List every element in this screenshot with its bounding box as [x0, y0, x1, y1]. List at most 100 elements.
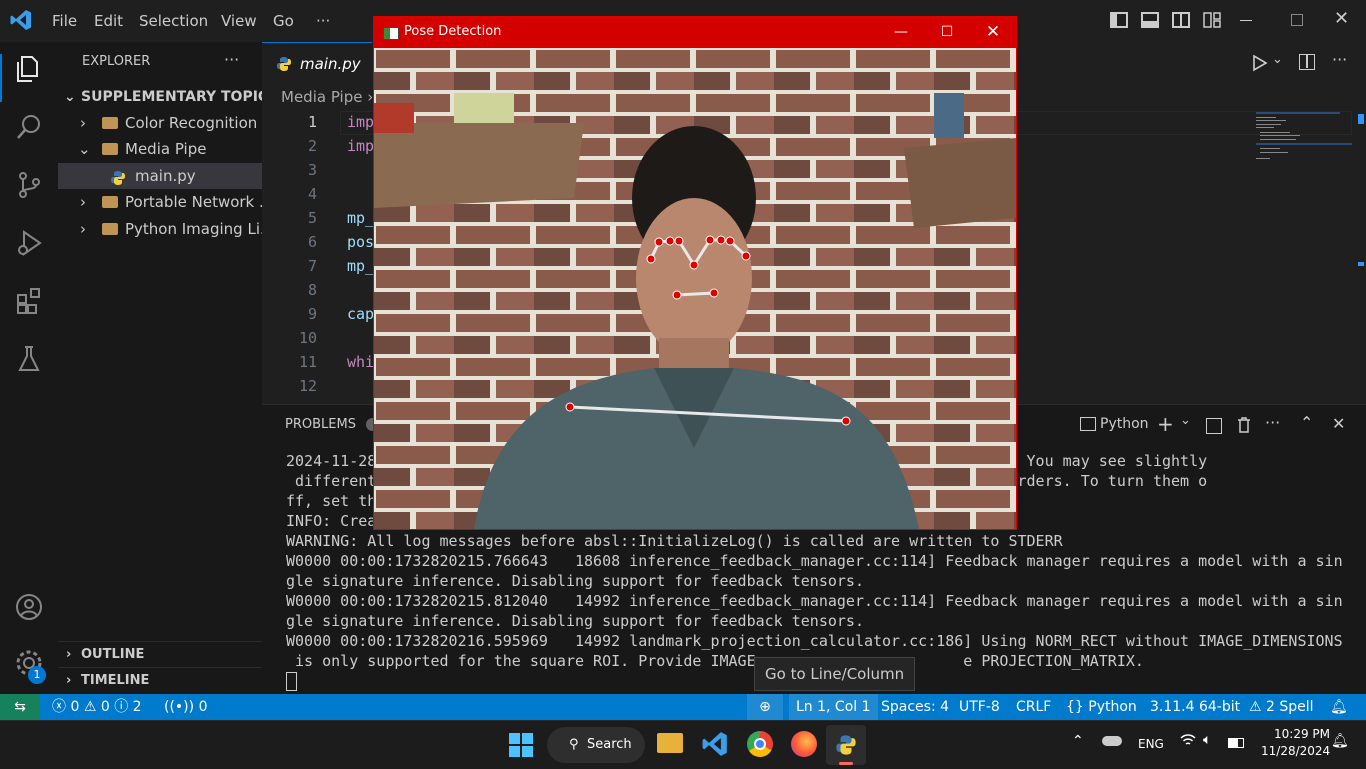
- new-terminal-icon[interactable]: +: [1157, 412, 1174, 436]
- chevron-right-icon: ›: [80, 220, 86, 238]
- split-editor-icon[interactable]: [1299, 54, 1315, 70]
- testing-icon[interactable]: [14, 344, 44, 374]
- trash-icon[interactable]: [1237, 417, 1251, 437]
- zoom-icon[interactable]: ⊕: [747, 694, 783, 720]
- menu-more[interactable]: ···: [316, 0, 330, 42]
- file-explorer-icon[interactable]: [657, 733, 683, 753]
- menu-file[interactable]: File: [52, 0, 77, 42]
- onedrive-icon[interactable]: [1102, 736, 1122, 746]
- code-line[interactable]: pos: [347, 233, 374, 251]
- code-line[interactable]: cap: [347, 305, 374, 323]
- menu-go[interactable]: Go: [273, 0, 294, 42]
- indentation[interactable]: Spaces: 4: [881, 694, 949, 720]
- problems-status[interactable]: ⓧ 0 ⚠ 0 ⓘ 2: [52, 694, 142, 720]
- code-line[interactable]: mp_: [347, 257, 374, 275]
- run-python-icon[interactable]: [1252, 54, 1268, 76]
- ports-status[interactable]: ((•)) 0: [164, 694, 207, 720]
- wifi-icon[interactable]: [1180, 733, 1196, 751]
- toggle-panel-icon[interactable]: [1141, 12, 1159, 28]
- menu-edit[interactable]: Edit: [94, 0, 123, 42]
- terminal-icon: [1080, 417, 1096, 431]
- code-line[interactable]: whi: [347, 353, 374, 371]
- customize-layout-icon[interactable]: [1203, 12, 1221, 28]
- close-panel-icon[interactable]: ✕: [1332, 414, 1345, 433]
- pose-detection-window[interactable]: Pose Detection — ☐ ✕: [373, 16, 1017, 530]
- clock-time[interactable]: 10:29 PM: [1274, 727, 1330, 741]
- chevron-down-icon[interactable]: ⌄: [1180, 413, 1191, 428]
- breadcrumb[interactable]: Media Pipe ›: [281, 88, 373, 106]
- pose-window-title: Pose Detection: [404, 24, 502, 39]
- run-debug-icon[interactable]: [14, 228, 44, 258]
- close-icon[interactable]: ✕: [1334, 8, 1349, 29]
- spell-check[interactable]: ⚠ 2 Spell: [1249, 694, 1314, 720]
- accounts-icon[interactable]: [14, 592, 44, 622]
- chevron-down-icon: ⌄: [64, 89, 76, 105]
- clock-date[interactable]: 11/28/2024: [1261, 744, 1330, 758]
- terminal-cursor: [286, 672, 297, 691]
- folder-portable-network[interactable]: › Portable Network ...: [58, 189, 262, 215]
- pose-window-titlebar[interactable]: Pose Detection — ☐ ✕: [374, 17, 1016, 48]
- chevron-right-icon: ›: [66, 647, 72, 662]
- folder-color-recognition[interactable]: › Color Recognition: [58, 110, 262, 136]
- taskbar-search[interactable]: ⚲ Search: [547, 727, 645, 763]
- maximize-icon[interactable]: ☐: [924, 17, 970, 48]
- timeline-section[interactable]: › TIMELINE: [58, 667, 262, 694]
- code-line[interactable]: mp_: [347, 209, 374, 227]
- maximize-panel-icon[interactable]: ⌃: [1300, 413, 1313, 432]
- explorer-header: EXPLORER: [82, 54, 151, 69]
- outline-section[interactable]: › OUTLINE: [58, 641, 262, 668]
- extensions-icon[interactable]: [14, 286, 44, 316]
- minimize-icon[interactable]: —: [878, 17, 924, 48]
- encoding[interactable]: UTF-8: [959, 694, 1000, 720]
- folder-icon: [102, 196, 118, 208]
- editor-tab[interactable]: main.py: [262, 42, 372, 85]
- restore-icon[interactable]: [1291, 14, 1303, 26]
- python-interpreter[interactable]: 3.11.4 64-bit: [1150, 694, 1240, 720]
- more-actions-icon[interactable]: ···: [224, 50, 239, 69]
- terminal-selector[interactable]: Python: [1080, 416, 1149, 432]
- chevron-down-icon: ⌄: [78, 140, 91, 158]
- menu-selection[interactable]: Selection: [139, 0, 208, 42]
- code-line[interactable]: imp: [347, 137, 374, 155]
- line-ending[interactable]: CRLF: [1016, 694, 1051, 720]
- notification-bell-icon[interactable]: 🔔︎: [1331, 733, 1349, 749]
- explorer-icon[interactable]: [14, 54, 44, 84]
- toggle-primary-sidebar-icon[interactable]: [1110, 12, 1128, 28]
- split-terminal-icon[interactable]: [1206, 418, 1222, 434]
- python-file-icon: [276, 56, 292, 76]
- volume-icon[interactable]: 🔈︎: [1203, 732, 1211, 748]
- remote-indicator[interactable]: ⇆: [0, 694, 40, 720]
- editor-more-icon[interactable]: ···: [1332, 50, 1347, 69]
- input-language[interactable]: ENG: [1138, 737, 1164, 751]
- search-icon[interactable]: [14, 112, 44, 142]
- chrome-icon[interactable]: [747, 731, 773, 757]
- terminal-line: gle signature inference. Disabling suppo…: [286, 572, 864, 590]
- line-number: 6: [307, 233, 317, 251]
- terminal-line: W0000 00:00:1732820215.766643 18608 infe…: [286, 552, 1343, 570]
- explorer-sidebar: EXPLORER ··· ⌄ SUPPLEMENTARY TOPICS › Co…: [58, 42, 262, 694]
- vscode-taskbar-icon[interactable]: [702, 731, 728, 761]
- panel-more-icon[interactable]: ···: [1265, 413, 1280, 432]
- tab-problems[interactable]: PROBLEMS 2: [285, 417, 386, 432]
- terminal-line: W0000 00:00:1732820216.595969 14992 land…: [286, 632, 1343, 650]
- close-icon[interactable]: ✕: [970, 17, 1016, 48]
- workspace-folder[interactable]: ⌄ SUPPLEMENTARY TOPICS: [58, 84, 262, 110]
- folder-python-imaging[interactable]: › Python Imaging Li...: [58, 216, 262, 242]
- menu-view[interactable]: View: [221, 0, 257, 42]
- battery-icon[interactable]: [1228, 738, 1244, 748]
- chevron-down-icon[interactable]: ⌄: [1272, 52, 1283, 67]
- file-main-py[interactable]: main.py: [58, 163, 262, 189]
- minimize-icon[interactable]: [1240, 20, 1252, 21]
- folder-media-pipe[interactable]: ⌄ Media Pipe: [58, 136, 262, 162]
- notifications-bell-icon[interactable]: 🔔︎: [1330, 694, 1348, 720]
- python-app-icon[interactable]: [826, 725, 866, 765]
- language-mode[interactable]: {} Python: [1066, 694, 1137, 720]
- chevron-right-icon: ›: [80, 193, 86, 211]
- show-hidden-icons[interactable]: ⌃: [1072, 733, 1084, 749]
- windows-start-icon[interactable]: [509, 733, 533, 761]
- toggle-secondary-sidebar-icon[interactable]: [1172, 12, 1190, 28]
- cursor-position[interactable]: Ln 1, Col 1: [789, 694, 878, 720]
- firefox-icon[interactable]: [791, 731, 817, 757]
- source-control-icon[interactable]: [14, 170, 44, 200]
- line-number: 8: [307, 281, 317, 299]
